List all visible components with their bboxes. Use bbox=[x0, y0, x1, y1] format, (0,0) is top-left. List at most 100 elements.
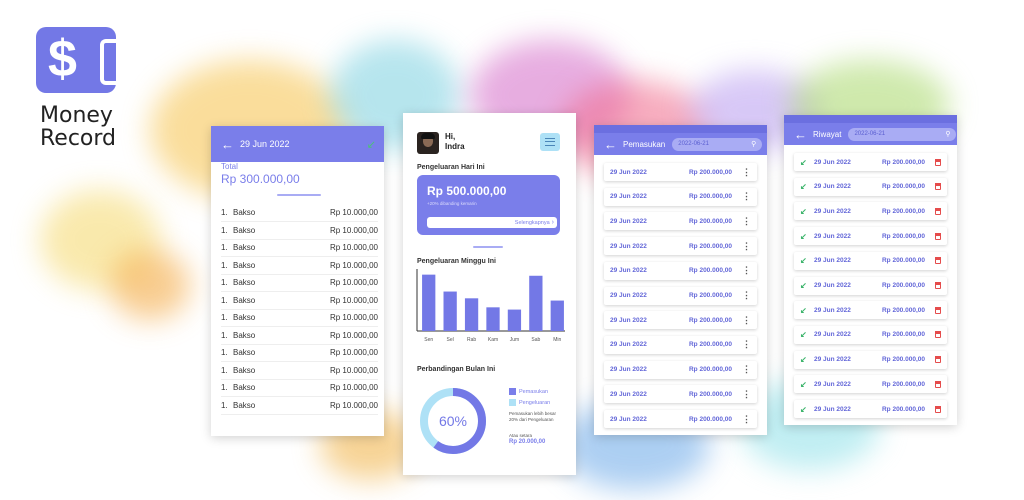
list-item[interactable]: 1. Bakso Rp 10.000,00 bbox=[221, 204, 378, 222]
or-value: Rp 20.000,00 bbox=[509, 439, 546, 445]
back-arrow-icon[interactable]: ← bbox=[604, 137, 617, 152]
legend-expense-label: Pengeluaran bbox=[519, 399, 551, 406]
row-amount: Rp 200.000,00 bbox=[688, 390, 732, 398]
row-amount: Rp 200.000,00 bbox=[881, 158, 925, 166]
trash-icon[interactable] bbox=[935, 257, 941, 265]
income-arrow-icon: ↙ bbox=[800, 305, 807, 315]
list-item[interactable]: 1. Bakso Rp 10.000,00 bbox=[221, 239, 378, 257]
detail-appbar: ← 29 Jun 2022 ↙ bbox=[211, 126, 384, 162]
more-vert-icon[interactable]: ⋮ bbox=[742, 389, 751, 400]
history-row[interactable]: ↙ 29 Jun 2022 Rp 200.000,00 bbox=[794, 177, 947, 196]
date-search-field[interactable]: 2022-06-21 ⚲ bbox=[672, 137, 763, 151]
list-item[interactable]: 1. Bakso Rp 10.000,00 bbox=[221, 344, 378, 362]
divider bbox=[473, 246, 503, 248]
income-row[interactable]: 29 Jun 2022 Rp 200.000,00 ⋮ bbox=[604, 286, 757, 305]
bar-Sen bbox=[422, 274, 436, 331]
item-number: 1. bbox=[221, 225, 228, 235]
menu-button[interactable] bbox=[540, 133, 560, 151]
trash-icon[interactable] bbox=[935, 405, 941, 413]
item-number: 1. bbox=[221, 348, 228, 357]
history-row[interactable]: ↙ 29 Jun 2022 Rp 200.000,00 bbox=[794, 227, 947, 246]
history-screen: ← Riwayat 2022-06-21 ⚲ ↙ 29 Jun 2022 Rp 20… bbox=[784, 115, 957, 425]
history-row[interactable]: ↙ 29 Jun 2022 Rp 200.000,00 bbox=[794, 400, 947, 418]
item-price: Rp 10.000,00 bbox=[329, 330, 378, 340]
today-note: +20% dibanding kemarin bbox=[427, 201, 477, 206]
more-button[interactable]: Selengkapnya › bbox=[427, 217, 557, 228]
trash-icon[interactable] bbox=[935, 306, 941, 314]
history-row[interactable]: ↙ 29 Jun 2022 Rp 200.000,00 bbox=[794, 375, 947, 394]
income-row[interactable]: 29 Jun 2022 Rp 200.000,00 ⋮ bbox=[604, 410, 757, 428]
list-item[interactable]: 1. Bakso Rp 10.000,00 bbox=[221, 292, 378, 310]
income-row[interactable]: 29 Jun 2022 Rp 200.000,00 ⋮ bbox=[604, 261, 757, 280]
row-amount: Rp 200.000,00 bbox=[881, 331, 925, 339]
back-arrow-icon[interactable]: ← bbox=[794, 127, 807, 142]
income-row[interactable]: 29 Jun 2022 Rp 200.000,00 ⋮ bbox=[604, 360, 757, 379]
more-vert-icon[interactable]: ⋮ bbox=[742, 167, 751, 178]
more-vert-icon[interactable]: ⋮ bbox=[742, 241, 751, 252]
income-row[interactable]: 29 Jun 2022 Rp 200.000,00 ⋮ bbox=[604, 187, 757, 206]
bar-Rab bbox=[464, 298, 479, 331]
history-row[interactable]: ↙ 29 Jun 2022 Rp 200.000,00 bbox=[794, 202, 947, 221]
list-item[interactable]: 1. Bakso Rp 10.000,00 bbox=[221, 379, 378, 397]
more-vert-icon[interactable]: ⋮ bbox=[742, 315, 751, 326]
total-label: Total bbox=[221, 162, 238, 171]
more-vert-icon[interactable]: ⋮ bbox=[742, 364, 751, 375]
trash-icon[interactable] bbox=[935, 207, 941, 215]
tick-label: Sab bbox=[531, 337, 540, 343]
history-row[interactable]: ↙ 29 Jun 2022 Rp 200.000,00 bbox=[794, 276, 947, 295]
trash-icon[interactable] bbox=[935, 183, 941, 191]
list-item[interactable]: 1. Bakso Rp 10.000,00 bbox=[221, 274, 378, 292]
item-price: Rp 10.000,00 bbox=[329, 313, 378, 322]
list-item[interactable]: 1. Bakso Rp 10.000,00 bbox=[221, 257, 378, 275]
trash-icon[interactable] bbox=[935, 232, 941, 240]
search-icon[interactable]: ⚲ bbox=[945, 130, 950, 138]
row-amount: Rp 200.000,00 bbox=[688, 292, 732, 299]
more-vert-icon[interactable]: ⋮ bbox=[742, 216, 751, 227]
row-date: 29 Jun 2022 bbox=[814, 380, 851, 388]
income-row[interactable]: 29 Jun 2022 Rp 200.000,00 ⋮ bbox=[604, 163, 757, 181]
trash-icon[interactable] bbox=[935, 331, 941, 339]
row-date: 29 Jun 2022 bbox=[610, 168, 647, 176]
date-search-value: 2022-06-21 bbox=[854, 131, 886, 137]
more-vert-icon[interactable]: ⋮ bbox=[742, 265, 751, 276]
history-row[interactable]: ↙ 29 Jun 2022 Rp 200.000,00 bbox=[794, 301, 947, 320]
trash-icon[interactable] bbox=[935, 158, 941, 166]
more-vert-icon[interactable]: ⋮ bbox=[742, 290, 751, 301]
income-arrow-icon: ↙ bbox=[800, 231, 807, 241]
date-search-field[interactable]: 2022-06-21 ⚲ bbox=[848, 127, 957, 141]
trash-icon[interactable] bbox=[935, 380, 941, 388]
row-amount: Rp 200.000,00 bbox=[688, 341, 732, 349]
list-item[interactable]: 1. Bakso Rp 10.000,00 bbox=[221, 309, 378, 327]
history-row[interactable]: ↙ 29 Jun 2022 Rp 200.000,00 bbox=[794, 325, 947, 344]
search-icon[interactable]: ⚲ bbox=[751, 140, 756, 148]
brand-name: Money Record bbox=[40, 104, 116, 150]
row-amount: Rp 200.000,00 bbox=[881, 282, 925, 289]
income-row[interactable]: 29 Jun 2022 Rp 200.000,00 ⋮ bbox=[604, 385, 757, 404]
avatar[interactable] bbox=[417, 132, 439, 154]
list-item[interactable]: 1. Bakso Rp 10.000,00 bbox=[221, 327, 378, 345]
history-row[interactable]: ↙ 29 Jun 2022 Rp 200.000,00 bbox=[794, 153, 947, 171]
income-row[interactable]: 29 Jun 2022 Rp 200.000,00 ⋮ bbox=[604, 237, 757, 256]
history-row[interactable]: ↙ 29 Jun 2022 Rp 200.000,00 bbox=[794, 350, 947, 369]
item-price: Rp 10.000,00 bbox=[329, 260, 378, 270]
trash-icon[interactable] bbox=[935, 282, 941, 289]
row-date: 29 Jun 2022 bbox=[610, 366, 647, 374]
income-row[interactable]: 29 Jun 2022 Rp 200.000,00 ⋮ bbox=[604, 212, 757, 231]
income-row[interactable]: 29 Jun 2022 Rp 200.000,00 ⋮ bbox=[604, 335, 757, 354]
more-vert-icon[interactable]: ⋮ bbox=[742, 191, 751, 202]
row-amount: Rp 200.000,00 bbox=[881, 183, 925, 191]
back-arrow-icon[interactable]: ← bbox=[221, 137, 234, 152]
more-vert-icon[interactable]: ⋮ bbox=[742, 339, 751, 350]
more-vert-icon[interactable]: ⋮ bbox=[742, 414, 751, 425]
bar-Kam bbox=[486, 307, 500, 331]
income-row[interactable]: 29 Jun 2022 Rp 200.000,00 ⋮ bbox=[604, 311, 757, 330]
item-number: 1. bbox=[221, 400, 228, 410]
list-item[interactable]: 1. Bakso Rp 10.000,00 bbox=[221, 397, 378, 415]
list-item[interactable]: 1. Bakso Rp 10.000,00 bbox=[221, 362, 378, 380]
tick-label: Min bbox=[553, 337, 561, 343]
list-item[interactable]: 1. Bakso Rp 10.000,00 bbox=[221, 222, 378, 240]
history-row[interactable]: ↙ 29 Jun 2022 Rp 200.000,00 bbox=[794, 251, 947, 270]
item-price: Rp 10.000,00 bbox=[329, 365, 378, 375]
row-amount: Rp 200.000,00 bbox=[688, 316, 732, 324]
trash-icon[interactable] bbox=[935, 356, 941, 364]
